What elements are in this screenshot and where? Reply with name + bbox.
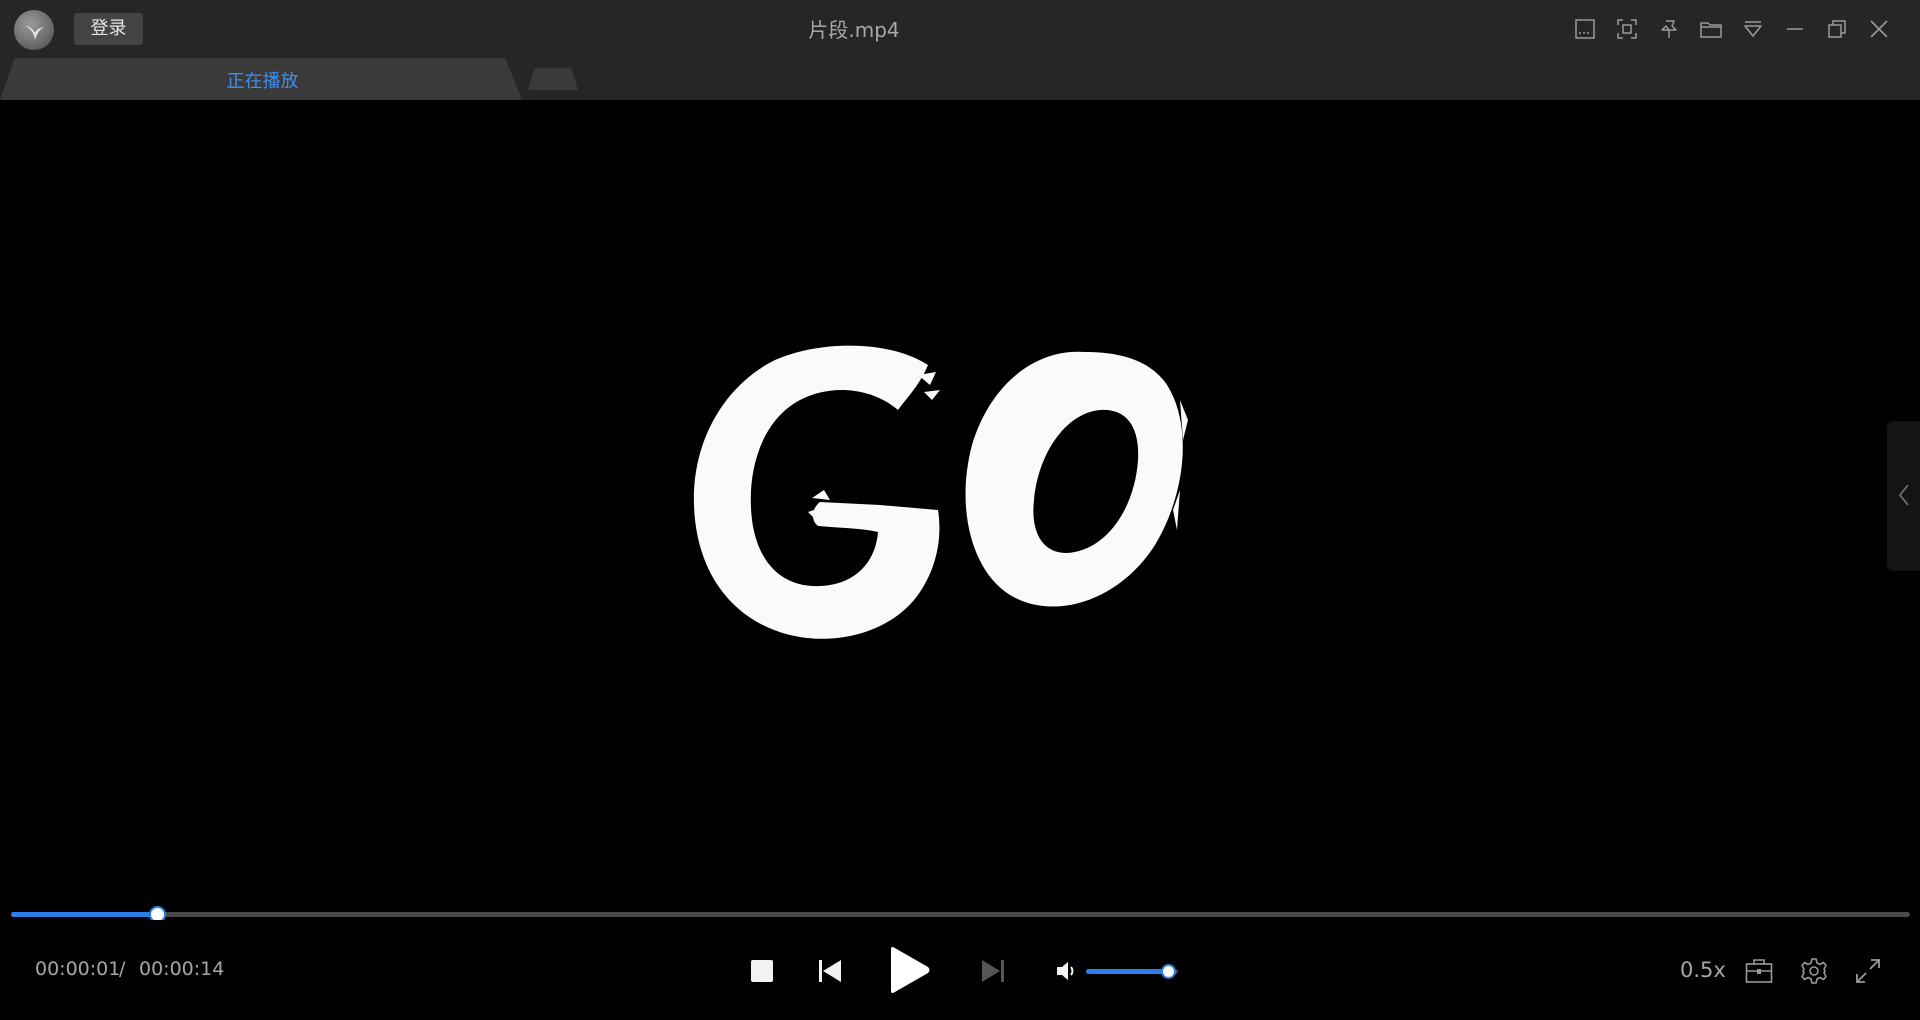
side-panel-toggle[interactable] (1887, 421, 1920, 571)
folder-icon[interactable] (1696, 14, 1726, 44)
chevron-left-icon (1898, 484, 1909, 506)
pin-icon[interactable] (1654, 14, 1684, 44)
settings-button[interactable] (1799, 956, 1829, 986)
previous-button[interactable] (815, 956, 845, 986)
tab-bar: 正在播放 (0, 58, 1920, 100)
speaker-icon (1057, 962, 1074, 980)
play-icon (891, 947, 930, 993)
menu-dropdown-icon[interactable] (1738, 14, 1768, 44)
fullscreen-button[interactable] (1853, 956, 1883, 986)
volume-handle[interactable] (1160, 964, 1176, 979)
volume-slider[interactable] (1086, 964, 1178, 979)
skip-next-icon (982, 960, 1004, 982)
progress-fill (11, 912, 158, 917)
video-canvas[interactable] (0, 100, 1920, 900)
stop-icon (751, 960, 773, 982)
subtitle-icon[interactable] (1570, 14, 1600, 44)
gear-icon (1801, 958, 1827, 984)
file-title: 片段.mp4 (808, 18, 900, 42)
skip-previous-icon (819, 960, 841, 982)
tab-now-playing[interactable]: 正在播放 (0, 58, 525, 100)
volume-fill (1086, 969, 1167, 974)
stop-button[interactable] (748, 957, 776, 985)
total-time: 00:00:14 (139, 958, 225, 980)
progress-bar[interactable] (11, 906, 1910, 923)
toolbox-button[interactable] (1744, 956, 1774, 986)
title-bar: 登录 片段.mp4 (0, 0, 1920, 58)
close-icon[interactable] (1864, 14, 1894, 44)
current-time: 00:00:01 (35, 958, 121, 980)
play-button[interactable] (884, 945, 934, 995)
minimize-icon[interactable] (1780, 14, 1810, 44)
tab-secondary[interactable] (528, 68, 578, 90)
volume-button[interactable] (1054, 958, 1080, 984)
time-separator: / (119, 958, 126, 980)
control-bar: 00:00:01 / 00:00:14 0.5x (0, 920, 1920, 1020)
video-frame-go-text (693, 345, 1188, 639)
playback-speed[interactable]: 0.5x (1680, 958, 1726, 982)
screenshot-icon[interactable] (1612, 14, 1642, 44)
fullscreen-icon (1856, 959, 1880, 983)
video-player-window: 登录 片段.mp4 正在播放 00:00:01 / 00:00:14 0.5x (0, 0, 1920, 1020)
next-button[interactable] (978, 956, 1008, 986)
toolbox-icon (1745, 959, 1773, 983)
restore-icon[interactable] (1822, 14, 1852, 44)
tab-now-playing-label: 正在播放 (226, 71, 299, 92)
